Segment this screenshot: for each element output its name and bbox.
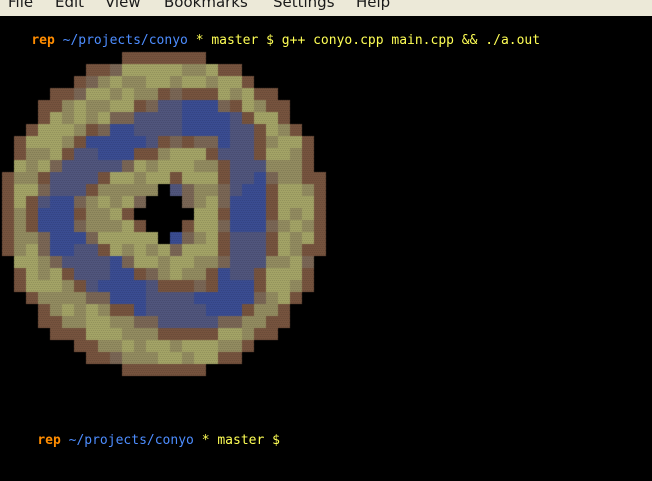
menu-bar: File Edit View Bookmarks Settings Help xyxy=(0,0,652,16)
menu-edit[interactable]: Edit xyxy=(55,0,84,11)
menu-settings[interactable]: Settings xyxy=(273,0,335,11)
prompt-path: ~/projects/conyo xyxy=(68,433,194,448)
menu-help[interactable]: Help xyxy=(356,0,390,11)
prompt-git-dirty-marker: * xyxy=(201,433,210,448)
menu-file[interactable]: File xyxy=(8,0,33,11)
prompt-line-2[interactable]: rep ~/projects/conyo * master $ xyxy=(6,417,652,465)
prompt-branch: master xyxy=(217,433,265,448)
prompt-user: rep xyxy=(37,433,61,448)
ascii-donut-render-icon xyxy=(0,46,330,386)
prompt-dollar: $ xyxy=(272,433,280,448)
menu-bookmarks[interactable]: Bookmarks xyxy=(164,0,248,11)
menu-view[interactable]: View xyxy=(105,0,141,11)
